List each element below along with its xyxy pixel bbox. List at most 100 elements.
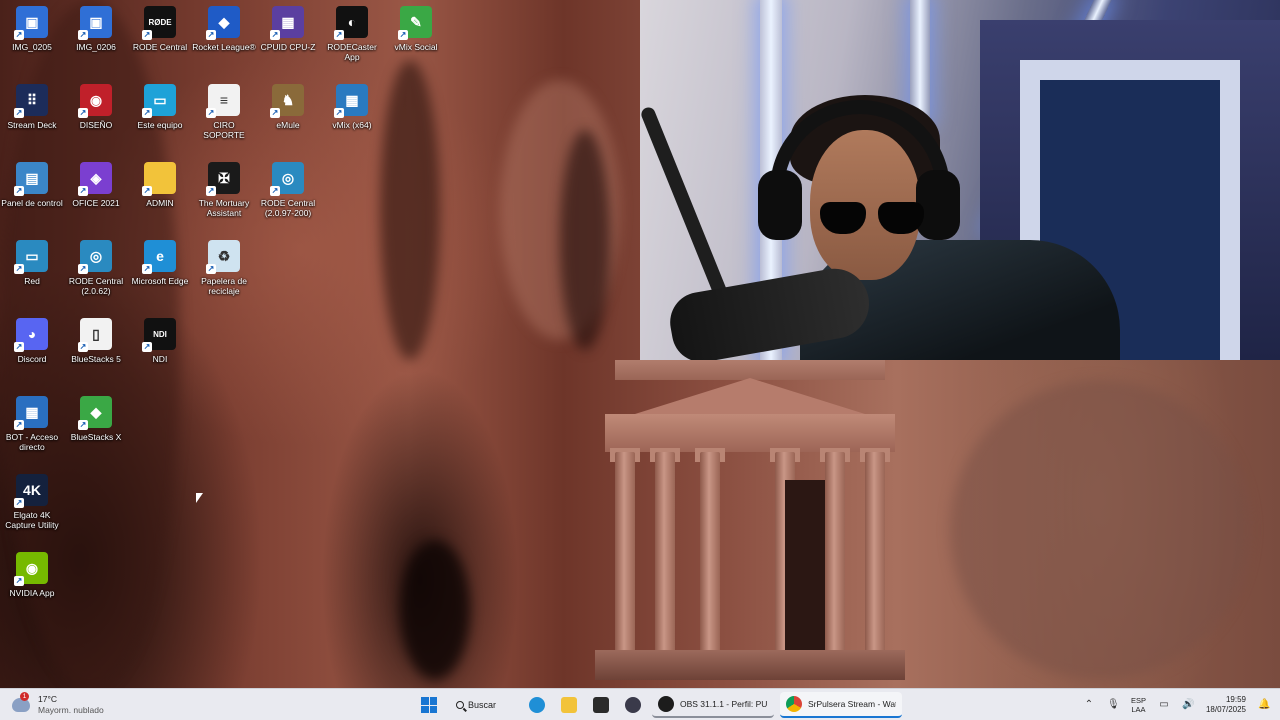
shortcut-arrow-icon: ↗ bbox=[334, 30, 344, 40]
desktop-icon-vmix[interactable]: ▦ ↗ vMix (x64) bbox=[320, 84, 384, 130]
desktop-icon-mortuary[interactable]: ✠ ↗ The Mortuary Assistant bbox=[192, 162, 256, 218]
desktop-icon-label: BlueStacks 5 bbox=[71, 354, 121, 364]
desktop-icon-rode-central-3[interactable]: ◎ ↗ RODE Central (2.0.62) bbox=[64, 240, 128, 296]
shortcut-arrow-icon: ↗ bbox=[78, 186, 88, 196]
desktop-icon-edge[interactable]: e ↗ Microsoft Edge bbox=[128, 240, 192, 286]
clock[interactable]: 19:59 18/07/2025 bbox=[1206, 695, 1246, 715]
desktop-icon-label: NVIDIA App bbox=[9, 588, 55, 598]
microphone-icon[interactable]: 🎙 bbox=[1107, 699, 1120, 711]
notification-badge: 1 bbox=[20, 692, 29, 701]
desktop-icon-label: RODECaster App bbox=[327, 42, 377, 62]
desktop-icon-red[interactable]: ▭ ↗ Red bbox=[0, 240, 64, 286]
taskbar-edge[interactable] bbox=[524, 692, 550, 718]
desktop-icon-rode-central[interactable]: RØDE ↗ RODE Central bbox=[128, 6, 192, 52]
mouse-cursor bbox=[196, 493, 203, 503]
shortcut-arrow-icon: ↗ bbox=[142, 342, 152, 352]
rodecaster-icon: ◐ ↗ bbox=[334, 6, 368, 40]
desktop-icon-label: Discord bbox=[17, 354, 47, 364]
desktop-icon-label: NDI bbox=[152, 354, 168, 364]
desktop-icon-ciro-soporte[interactable]: ≡ ↗ CIRO SOPORTE bbox=[192, 84, 256, 140]
desktop-icon-label: IMG_0206 bbox=[76, 42, 116, 52]
taskbar-app[interactable] bbox=[620, 692, 646, 718]
weather-temp: 17°C bbox=[38, 694, 57, 704]
vmix-social-icon: ✎ ↗ bbox=[398, 6, 432, 40]
desktop-icon-ndi[interactable]: NDI ↗ NDI bbox=[128, 318, 192, 364]
desktop-icon-bluestacks5[interactable]: ▯ ↗ BlueStacks 5 bbox=[64, 318, 128, 364]
taskbar-file-explorer[interactable] bbox=[556, 692, 582, 718]
desktop-icon-label: ADMIN bbox=[146, 198, 174, 208]
desktop-icon-label: RODE Central (2.0.62) bbox=[68, 276, 124, 296]
bluestacks-x-icon: ◆ ↗ bbox=[78, 396, 112, 430]
volume-icon[interactable]: 🔊 bbox=[1182, 699, 1194, 711]
desktop-icon-admin[interactable]: ↗ ADMIN bbox=[128, 162, 192, 208]
desktop-icon-bluestacks-x[interactable]: ◆ ↗ BlueStacks X bbox=[64, 396, 128, 442]
shortcut-arrow-icon: ↗ bbox=[142, 30, 152, 40]
shortcut-arrow-icon: ↗ bbox=[142, 264, 152, 274]
taskbar-obs-window[interactable]: OBS 31.1.1 - Perfil: PULSE bbox=[652, 692, 774, 718]
shortcut-arrow-icon: ↗ bbox=[78, 108, 88, 118]
shortcut-arrow-icon: ↗ bbox=[14, 498, 24, 508]
desktop-icon-label: IMG_0205 bbox=[12, 42, 52, 52]
language-indicator[interactable]: ESP LAA bbox=[1131, 696, 1146, 714]
desktop-icon-bot-acceso[interactable]: ▦ ↗ BOT - Acceso directo bbox=[0, 396, 64, 452]
shortcut-arrow-icon: ↗ bbox=[142, 186, 152, 196]
desktop-icon-nvidia[interactable]: ◉ ↗ NVIDIA App bbox=[0, 552, 64, 598]
desktop-icon-rocket-league[interactable]: ◆ ↗ Rocket League® bbox=[192, 6, 256, 52]
desktop-icon-img0206[interactable]: ▣ ↗ IMG_0206 bbox=[64, 6, 128, 52]
shortcut-arrow-icon: ↗ bbox=[206, 264, 216, 274]
desktop-icon-label: Panel de control bbox=[1, 198, 63, 208]
desktop-icon-elgato[interactable]: 4K ↗ Elgato 4K Capture Utility bbox=[0, 474, 64, 530]
treasury-facade bbox=[595, 360, 905, 680]
desktop-icon-label: Microsoft Edge bbox=[131, 276, 189, 286]
desktop-icon-panel-control[interactable]: ▤ ↗ Panel de control bbox=[0, 162, 64, 208]
desktop-icon-rodecaster[interactable]: ◐ ↗ RODECaster App bbox=[320, 6, 384, 62]
shortcut-arrow-icon: ↗ bbox=[78, 30, 88, 40]
shortcut-arrow-icon: ↗ bbox=[14, 264, 24, 274]
clock-date: 18/07/2025 bbox=[1205, 705, 1246, 714]
rode-central-icon: RØDE ↗ bbox=[142, 6, 176, 40]
desktop-icon-label: The Mortuary Assistant bbox=[198, 198, 250, 218]
desktop-icon-label: OFICE 2021 bbox=[72, 198, 120, 208]
papelera-icon: ♻ ↗ bbox=[206, 240, 240, 274]
desktop-icon-discord[interactable]: ◕ ↗ Discord bbox=[0, 318, 64, 364]
shortcut-arrow-icon: ↗ bbox=[142, 108, 152, 118]
cloud-icon: 1 bbox=[12, 692, 30, 712]
rocket-league-icon: ◆ ↗ bbox=[206, 6, 240, 40]
weather-widget[interactable]: 1 17°C Mayorm. nublado bbox=[12, 692, 104, 717]
shortcut-arrow-icon: ↗ bbox=[206, 108, 216, 118]
desktop-icon-label: vMix (x64) bbox=[332, 120, 372, 130]
desktop-icon-label: vMix Social bbox=[394, 42, 438, 52]
desktop-icon-label: CPUID CPU-Z bbox=[260, 42, 316, 52]
desktop-icon-label: eMule bbox=[276, 120, 300, 130]
taskbar-chrome-window[interactable]: SrPulsera Stream - Watc bbox=[780, 692, 902, 718]
chevron-up-icon[interactable]: ⌃ bbox=[1083, 699, 1095, 711]
desktop-icon-diseno[interactable]: ◉ ↗ DISEÑO bbox=[64, 84, 128, 130]
desktop-icon-emule[interactable]: ♞ ↗ eMule bbox=[256, 84, 320, 130]
taskbar-epic-games[interactable] bbox=[588, 692, 614, 718]
network-icon[interactable]: ▭ bbox=[1158, 699, 1170, 711]
ndi-icon: NDI ↗ bbox=[142, 318, 176, 352]
shortcut-arrow-icon: ↗ bbox=[14, 30, 24, 40]
desktop-icon-label: Red bbox=[24, 276, 40, 286]
desktop-icon-vmix-social[interactable]: ✎ ↗ vMix Social bbox=[384, 6, 448, 52]
img0205-icon: ▣ ↗ bbox=[14, 6, 48, 40]
desktop-icon-rode-central-2[interactable]: ◎ ↗ RODE Central (2.0.97-200) bbox=[256, 162, 320, 218]
cpuid-icon: ▦ ↗ bbox=[270, 6, 304, 40]
img0206-icon: ▣ ↗ bbox=[78, 6, 112, 40]
desktop-icon-stream-deck[interactable]: ⠿ ↗ Stream Deck bbox=[0, 84, 64, 130]
desktop-icon-ofice[interactable]: ◈ ↗ OFICE 2021 bbox=[64, 162, 128, 208]
search-label: Buscar bbox=[468, 700, 497, 710]
search-button[interactable]: Buscar bbox=[448, 692, 518, 718]
admin-icon: ↗ bbox=[142, 162, 176, 196]
desktop-icon-label: BlueStacks X bbox=[70, 432, 122, 442]
desktop-icon-papelera[interactable]: ♻ ↗ Papelera de reciclaje bbox=[192, 240, 256, 296]
shortcut-arrow-icon: ↗ bbox=[78, 264, 88, 274]
notification-bell-icon[interactable]: 🔔 bbox=[1258, 699, 1270, 711]
desktop-icon-cpuid[interactable]: ▦ ↗ CPUID CPU-Z bbox=[256, 6, 320, 52]
desktop-icon-este-equipo[interactable]: ▭ ↗ Este equipo bbox=[128, 84, 192, 130]
desktop-icon-label: DISEÑO bbox=[79, 120, 113, 130]
mortuary-icon: ✠ ↗ bbox=[206, 162, 240, 196]
start-button[interactable] bbox=[416, 692, 442, 718]
app-icon bbox=[625, 697, 641, 713]
desktop-icon-img0205[interactable]: ▣ ↗ IMG_0205 bbox=[0, 6, 64, 52]
